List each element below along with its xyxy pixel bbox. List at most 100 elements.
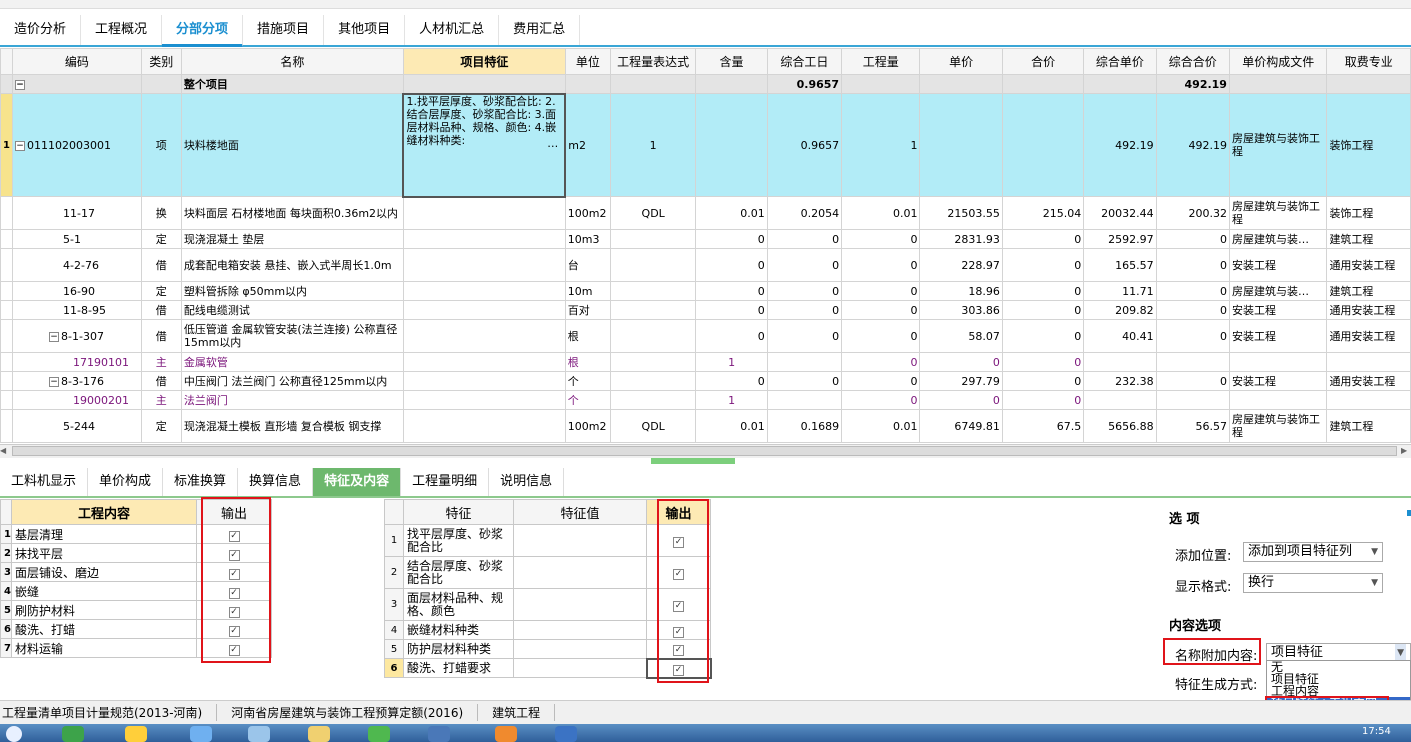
cell-name[interactable]: 低压管道 金属软管安装(法兰连接) 公称直径15mm以内 [180,319,404,353]
display-format-select[interactable]: 换行 ▼ [1243,573,1383,593]
cell-file[interactable]: 房屋建筑与装饰工程 [1228,196,1328,230]
cell-unit[interactable]: 个 [564,390,611,410]
cell-qty[interactable]: 0 [841,229,921,249]
feature-name[interactable]: 防护层材料种类 [403,639,514,659]
cell-qty[interactable]: 0 [841,390,921,410]
cell-qty[interactable]: 0.01 [841,409,921,443]
feature-value[interactable] [513,556,647,589]
grid-row[interactable]: 5-1 定现浇混凝土 垫层 10m3 0 0 0 2831.93 0 2592.97 0 房屋建筑与… [0,229,1411,249]
cell-file[interactable] [1228,352,1328,372]
work-content-name[interactable]: 酸洗、打蜡 [11,619,197,639]
collapse-icon[interactable]: − [49,376,60,387]
work-content-name[interactable]: 面层铺设、磨边 [11,562,197,582]
feature-name[interactable]: 酸洗、打蜡要求 [403,658,514,678]
item-expr[interactable]: 1 [609,93,697,197]
cell-unit[interactable]: 10m3 [564,229,611,249]
item-profession[interactable]: 装饰工程 [1326,93,1411,197]
grid-row[interactable]: 11-8-95 借配线电缆测试 百对 0 0 0 303.86 0 209.82 0 安装工程 通用安… [0,300,1411,320]
tab-conversion-info[interactable]: 换算信息 [238,468,314,496]
cell-expr[interactable] [609,248,697,282]
feature-name[interactable]: 面层材料品种、规格、颜色 [403,588,514,621]
dropdown-option[interactable]: 无 [1267,661,1410,673]
cell-unit[interactable]: 个 [564,371,611,391]
work-content-name[interactable]: 材料运输 [11,638,197,658]
feature-value[interactable] [513,524,647,557]
cell-qty[interactable]: 0 [841,352,921,372]
cell-name[interactable]: 现浇混凝土 垫层 [180,229,404,249]
tab-features-content[interactable]: 特征及内容 [313,468,402,496]
col-content[interactable]: 含量 [695,48,768,75]
cell-expr[interactable]: QDL [609,409,697,443]
start-icon[interactable] [6,726,22,742]
tab-standard-conversion[interactable]: 标准换算 [163,468,239,496]
cell-file[interactable]: 安装工程 [1228,300,1328,320]
cell-file[interactable] [1228,390,1328,410]
tab-cost-analysis[interactable]: 造价分析 [0,15,82,45]
cell-name[interactable]: 现浇混凝土模板 直形墙 复合模板 钢支撑 [180,409,404,443]
feature-name[interactable]: 找平层厚度、砂浆配合比 [403,524,514,557]
tab-measures[interactable]: 措施项目 [243,15,325,45]
work-content-name[interactable]: 刷防护材料 [11,600,197,620]
cell-prof[interactable]: 通用安装工程 [1326,300,1411,320]
col-unit[interactable]: 单位 [564,48,611,75]
cell-file[interactable]: 房屋建筑与装… [1228,281,1328,301]
cell-prof[interactable]: 建筑工程 [1326,229,1411,249]
feature-value[interactable] [513,639,647,659]
cell-unit[interactable]: 100m2 [564,196,611,230]
cell-name[interactable]: 成套配电箱安装 悬挂、嵌入式半周长1.0m [180,248,404,282]
cell-name[interactable]: 块料面层 石材楼地面 每块面积0.36m2以内 [180,196,404,230]
item-name[interactable]: 块料楼地面 [180,93,404,197]
item-price-file[interactable]: 房屋建筑与装饰工程 [1228,93,1328,197]
cell-expr[interactable] [609,352,697,372]
feature-name[interactable]: 嵌缝材料种类 [403,620,514,640]
cell-qty[interactable]: 0.01 [841,196,921,230]
chevron-down-icon[interactable]: ▼ [1371,574,1378,592]
network-icon[interactable] [248,726,270,742]
feature-value[interactable] [513,658,647,678]
cell-qty[interactable]: 0 [841,281,921,301]
selected-item-row[interactable]: 1 −011102003001 项 块料楼地面 1.找平层厚度、砂浆配合比: 2… [0,92,1411,198]
tab-labor-material-summary[interactable]: 人材机汇总 [405,15,500,45]
tab-labor-material[interactable]: 工料机显示 [0,468,89,496]
app5-icon[interactable] [555,726,577,742]
tab-qty-details[interactable]: 工程量明细 [401,468,490,496]
cell-prof[interactable]: 通用安装工程 [1326,248,1411,282]
col-expr[interactable]: 工程量表达式 [609,48,697,75]
feature-value[interactable] [513,620,647,640]
col-sum[interactable]: 合价 [1001,48,1085,75]
grid-row[interactable]: −8-3-176 借中压阀门 法兰阀门 公称直径125mm以内个 0 0 0 297.79… [0,371,1411,391]
browser-icon[interactable] [125,726,147,742]
ellipsis-button[interactable]: … [547,137,558,150]
cell-expr[interactable] [609,300,697,320]
scroll-left-icon[interactable]: ◀ [0,446,6,455]
collapse-icon[interactable]: − [15,79,26,90]
cell-name[interactable]: 配线电缆测试 [180,300,404,320]
col-total-sum[interactable]: 综合合价 [1155,48,1230,75]
collapse-icon[interactable]: − [15,140,26,151]
cell-file[interactable]: 房屋建筑与装… [1228,229,1328,249]
total-row[interactable]: − 整个项目 0.9657 492.19 [0,74,1411,94]
col-price[interactable]: 单价 [919,48,1003,75]
cell-prof[interactable] [1326,390,1411,410]
tab-project-overview[interactable]: 工程概况 [81,15,163,45]
cell-qty[interactable]: 0 [841,300,921,320]
tab-fee-summary[interactable]: 费用汇总 [499,15,581,45]
col-name[interactable]: 名称 [180,48,404,75]
feature-name[interactable]: 结合层厚度、砂浆配合比 [403,556,514,589]
cell-prof[interactable]: 建筑工程 [1326,409,1411,443]
cell-name[interactable]: 金属软管 [180,352,404,372]
panel-pin-icon[interactable] [1407,510,1411,516]
cell-expr[interactable] [609,229,697,249]
cell-file[interactable]: 安装工程 [1228,371,1328,391]
cell-unit[interactable]: 百对 [564,300,611,320]
cell-unit[interactable]: 10m [564,281,611,301]
col-profession[interactable]: 取费专业 [1326,48,1411,75]
grid-row[interactable]: 16-90 定塑料管拆除 φ50mm以内 10m 0 0 0 18.96 0 11.71 0 房屋建… [0,281,1411,301]
col-type[interactable]: 类别 [140,48,182,75]
cell-unit[interactable]: 根 [564,319,611,353]
tab-price-composition[interactable]: 单价构成 [88,468,164,496]
cell-expr[interactable] [609,281,697,301]
cell-expr[interactable] [609,371,697,391]
folder-icon[interactable] [308,726,330,742]
cell-qty[interactable]: 0 [841,371,921,391]
